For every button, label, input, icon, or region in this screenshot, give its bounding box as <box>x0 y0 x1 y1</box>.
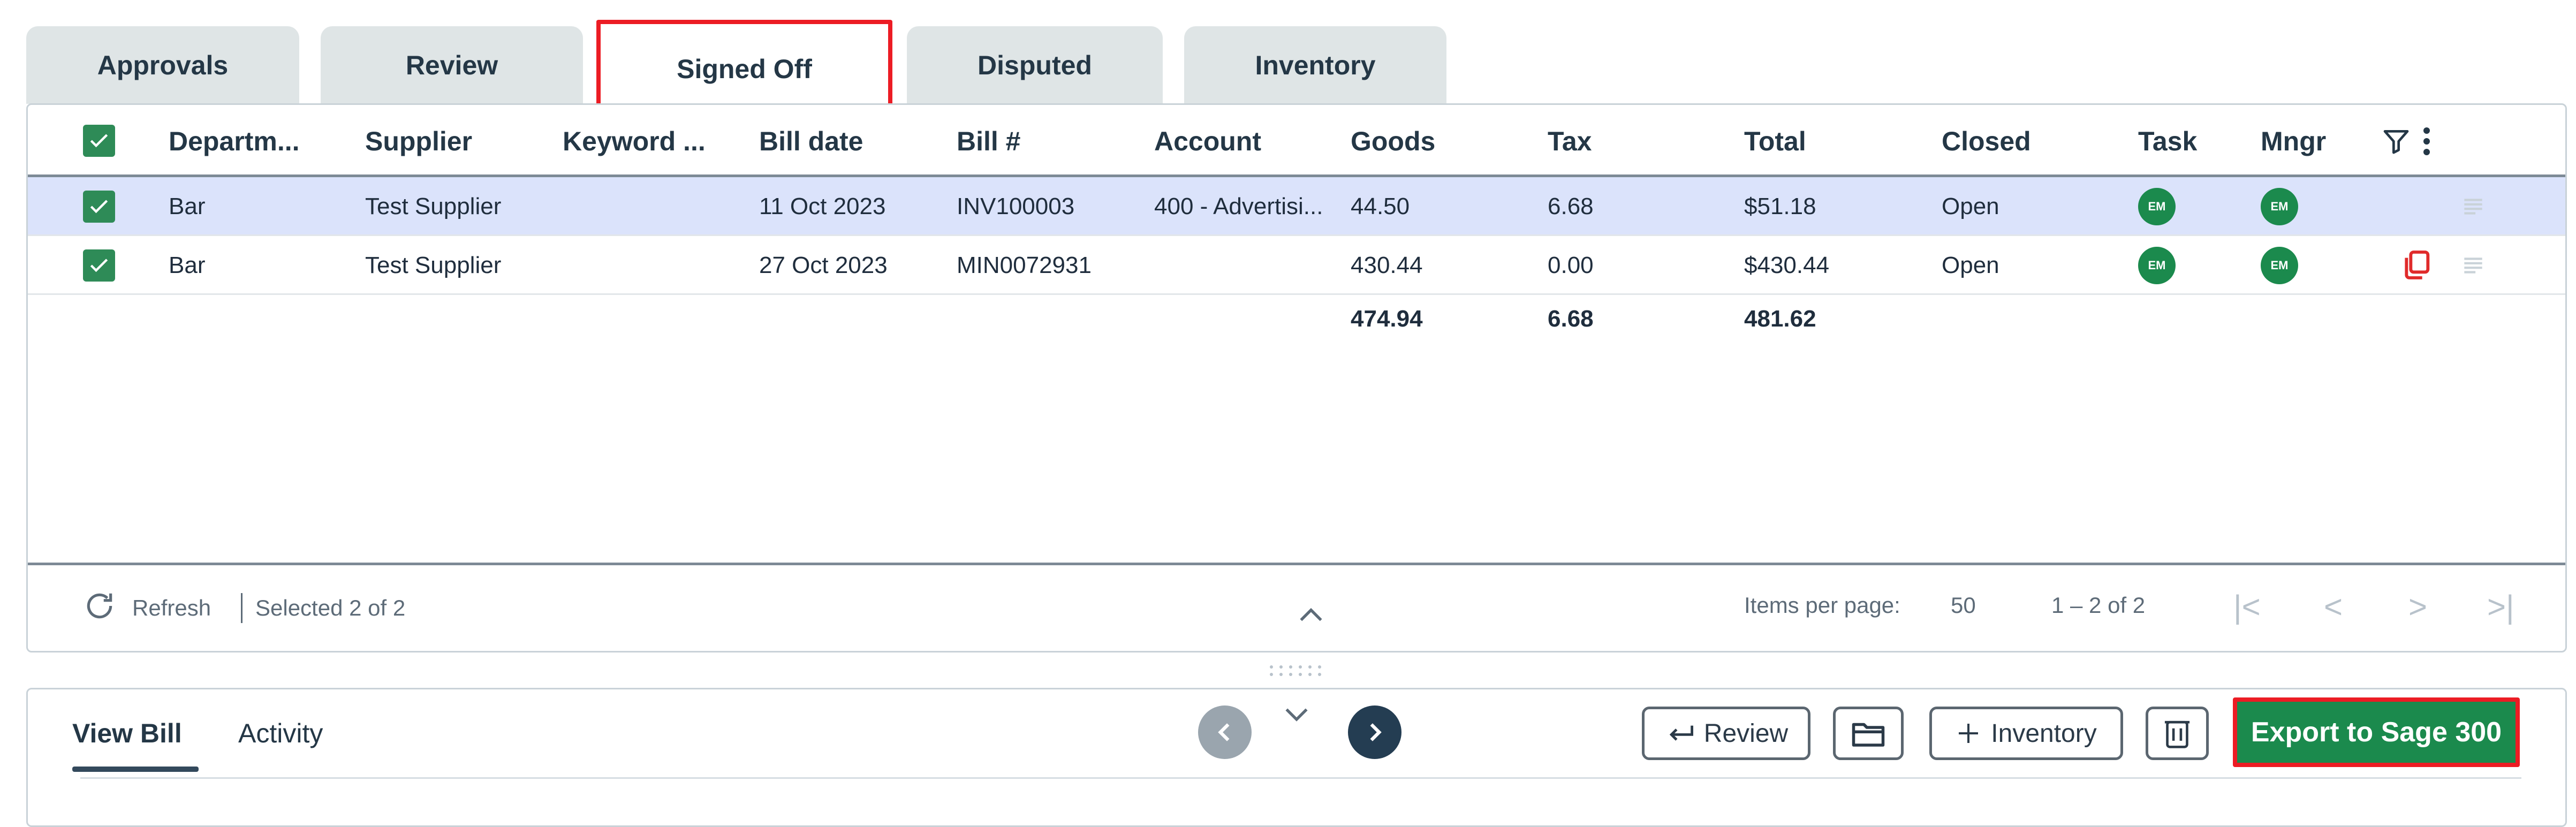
footer-divider <box>28 563 2565 565</box>
row-checkbox[interactable] <box>83 191 115 223</box>
items-per-page-label: Items per page: <box>1744 593 1900 618</box>
review-button[interactable]: Review <box>1642 707 1810 760</box>
plus-icon <box>1959 724 1979 743</box>
cell-total: $51.18 <box>1744 193 1816 219</box>
column-header-closed[interactable]: Closed <box>1942 105 2031 177</box>
trash-icon <box>2164 720 2190 748</box>
table-row[interactable]: Bar Test Supplier 27 Oct 2023 MIN0072931… <box>28 236 2565 295</box>
tab-disputed[interactable]: Disputed <box>907 26 1163 104</box>
tab-label: Disputed <box>978 50 1092 80</box>
tab-approvals[interactable]: Approvals <box>26 26 299 104</box>
next-bill-button[interactable] <box>1348 705 1401 759</box>
footer-separator <box>241 593 243 623</box>
tab-label: Inventory <box>1255 50 1376 80</box>
column-header-supplier[interactable]: Supplier <box>365 105 472 177</box>
cell-supplier: Test Supplier <box>365 252 502 278</box>
review-button-label: Review <box>1703 719 1789 748</box>
items-per-page-select[interactable]: 50 <box>1951 587 1976 624</box>
task-avatar[interactable]: EM <box>2138 188 2176 225</box>
tab-label: Review <box>405 50 498 80</box>
cell-goods: 430.44 <box>1351 252 1423 278</box>
table-row[interactable]: Bar Test Supplier 11 Oct 2023 INV100003 … <box>28 177 2565 236</box>
column-header-tax[interactable]: Tax <box>1548 105 1592 177</box>
export-to-sage-button[interactable]: Export to Sage 300 <box>2233 697 2520 767</box>
notes-icon[interactable] <box>2460 193 2487 223</box>
cell-goods: 44.50 <box>1351 193 1410 219</box>
column-header-keyword[interactable]: Keyword ... <box>563 105 706 177</box>
bills-grid: Departm... Supplier Keyword ... Bill dat… <box>26 103 2567 653</box>
cell-closed: Open <box>1942 193 1999 219</box>
refresh-button[interactable]: Refresh <box>132 589 211 627</box>
column-header-bill-date[interactable]: Bill date <box>759 105 863 177</box>
tab-inventory[interactable]: Inventory <box>1184 26 1446 104</box>
tab-view-bill[interactable]: View Bill <box>72 712 182 755</box>
chevron-down-icon[interactable] <box>1279 702 1314 731</box>
cell-bill-date: 27 Oct 2023 <box>759 252 888 278</box>
column-header-department[interactable]: Departm... <box>169 105 300 177</box>
return-arrow-icon <box>1669 725 1693 741</box>
totals-row: 474.94 6.68 481.62 <box>28 295 2565 343</box>
previous-page-icon[interactable]: < <box>2324 587 2343 627</box>
cell-total: $430.44 <box>1744 252 1830 278</box>
tab-activity[interactable]: Activity <box>238 712 323 755</box>
delete-button[interactable] <box>2146 707 2209 760</box>
total-amount: 481.62 <box>1744 306 1816 332</box>
column-header-bill-number[interactable]: Bill # <box>957 105 1020 177</box>
active-tab-indicator <box>72 767 199 772</box>
cell-tax: 6.68 <box>1548 193 1594 219</box>
cell-department: Bar <box>169 193 206 219</box>
duplicate-icon[interactable] <box>2399 248 2434 285</box>
next-page-icon[interactable]: > <box>2408 587 2427 627</box>
task-avatar[interactable]: EM <box>2138 247 2176 284</box>
first-page-icon[interactable]: |< <box>2233 587 2261 627</box>
tab-signed-off[interactable]: Signed Off <box>596 20 892 113</box>
select-all-checkbox[interactable] <box>83 125 115 157</box>
cell-bill-number: MIN0072931 <box>957 252 1092 278</box>
tab-review[interactable]: Review <box>321 26 583 104</box>
check-icon <box>90 259 108 272</box>
column-header-account[interactable]: Account <box>1154 105 1261 177</box>
total-tax: 6.68 <box>1548 306 1594 332</box>
filter-icon[interactable] <box>2381 126 2411 159</box>
tab-label: Signed Off <box>677 54 812 84</box>
tab-label: Approvals <box>97 50 229 80</box>
column-header-goods[interactable]: Goods <box>1351 105 1435 177</box>
refresh-icon[interactable] <box>83 589 116 625</box>
resize-handle[interactable] <box>1266 663 1330 681</box>
previous-bill-button[interactable] <box>1198 705 1252 759</box>
chevron-right-icon <box>1370 723 1382 741</box>
last-page-icon[interactable]: >| <box>2487 587 2514 627</box>
cell-closed: Open <box>1942 252 1999 278</box>
more-options-icon[interactable] <box>2419 125 2435 157</box>
add-inventory-label: Inventory <box>1991 719 2097 748</box>
cell-bill-number: INV100003 <box>957 193 1075 219</box>
cell-account: 400 - Advertisi... <box>1154 193 1323 219</box>
check-icon <box>90 200 108 214</box>
check-icon <box>90 134 108 148</box>
export-button-label: Export to Sage 300 <box>2251 717 2502 748</box>
notes-icon[interactable] <box>2460 252 2487 282</box>
pagination-range: 1 – 2 of 2 <box>2051 593 2146 618</box>
chevron-left-icon <box>1218 723 1230 741</box>
chevron-up-icon[interactable] <box>1294 600 1328 628</box>
column-header-task[interactable]: Task <box>2138 105 2197 177</box>
selected-count: Selected 2 of 2 <box>255 595 406 620</box>
manager-avatar[interactable]: EM <box>2261 247 2298 284</box>
cell-tax: 0.00 <box>1548 252 1594 278</box>
folder-button[interactable] <box>1833 707 1904 760</box>
folder-icon <box>1852 723 1885 747</box>
add-inventory-button[interactable]: Inventory <box>1929 707 2123 760</box>
column-header-mngr[interactable]: Mngr <box>2261 105 2326 177</box>
row-checkbox[interactable] <box>83 249 115 282</box>
cell-bill-date: 11 Oct 2023 <box>759 193 886 219</box>
column-header-total[interactable]: Total <box>1744 105 1806 177</box>
cell-department: Bar <box>169 252 206 278</box>
tab-divider <box>80 777 2521 779</box>
total-goods: 474.94 <box>1351 306 1423 332</box>
manager-avatar[interactable]: EM <box>2261 188 2298 225</box>
cell-supplier: Test Supplier <box>365 193 502 219</box>
